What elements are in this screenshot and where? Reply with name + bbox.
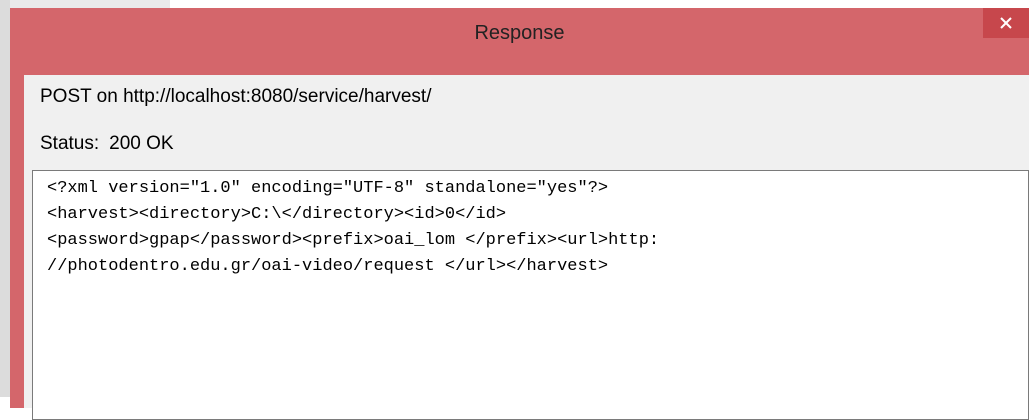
response-body-line: <password>gpap</password><prefix>oai_lom…	[47, 231, 660, 250]
status-label: Status:	[40, 133, 100, 154]
title-bar[interactable]: Response	[10, 8, 1029, 75]
response-body-textarea[interactable]: <?xml version="1.0" encoding="UTF-8" sta…	[32, 170, 1029, 420]
response-body-line: <harvest><directory>C:\</directory><id>0…	[47, 205, 507, 224]
status-value: 200 OK	[109, 133, 174, 154]
desktop-background	[0, 0, 10, 397]
window-title: Response	[474, 22, 565, 44]
response-dialog: Response POST on http://localhost:8080/s…	[10, 8, 1029, 420]
status-line: Status: 200 OK	[40, 133, 174, 155]
response-body-line: <?xml version="1.0" encoding="UTF-8" sta…	[47, 179, 609, 198]
response-body-text: <?xml version="1.0" encoding="UTF-8" sta…	[33, 171, 1028, 280]
close-icon	[1000, 17, 1012, 29]
request-line: POST on http://localhost:8080/service/ha…	[40, 86, 432, 107]
response-body-line: //photodentro.edu.gr/oai-video/request <…	[47, 257, 609, 276]
close-button[interactable]	[983, 8, 1029, 38]
dialog-content: POST on http://localhost:8080/service/ha…	[24, 75, 1029, 420]
